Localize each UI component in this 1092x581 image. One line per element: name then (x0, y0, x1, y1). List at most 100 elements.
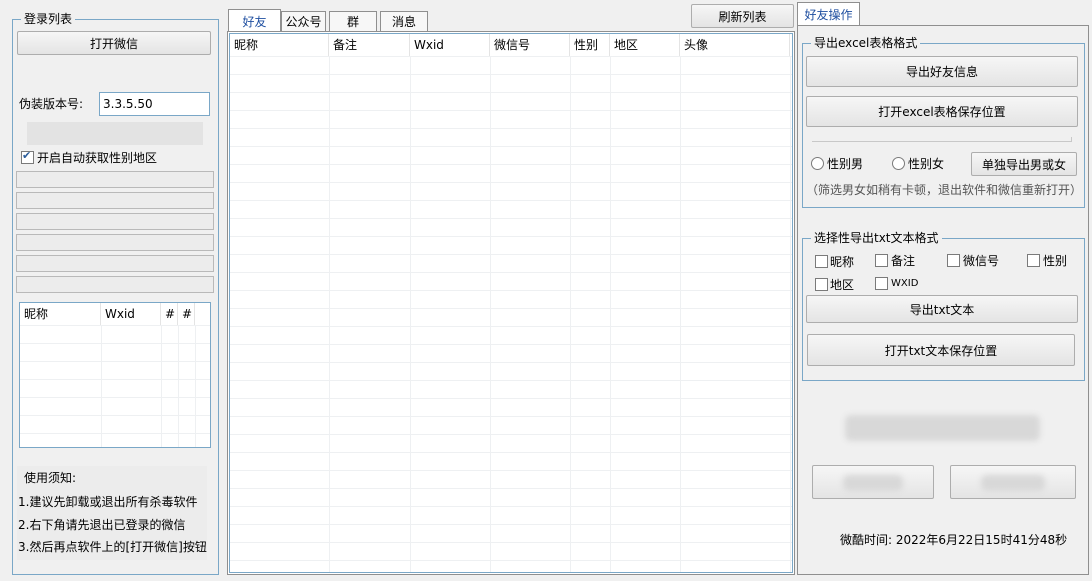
notice-line-2: 2.右下角请先退出已登录的微信 (18, 518, 186, 532)
refresh-list-button[interactable]: 刷新列表 (691, 4, 794, 28)
notice-line-3: 3.然后再点软件上的[打开微信]按钮 (18, 540, 207, 554)
filter-hint: （筛选男女如稍有卡顿，退出软件和微信重新打开） (806, 183, 1083, 197)
progress-bar (27, 122, 203, 145)
friends-grid-line (230, 326, 792, 327)
friends-grid-line (230, 146, 792, 147)
radio-female[interactable] (892, 157, 905, 170)
friends-grid-line (680, 56, 681, 572)
txt-group-title: 选择性导出txt文本格式 (811, 231, 942, 245)
export-txt-button[interactable]: 导出txt文本 (806, 295, 1078, 323)
login-account-table[interactable]: 昵称 Wxid # # (19, 302, 211, 448)
radio-male[interactable] (811, 157, 824, 170)
radio-female-label: 性别女 (908, 157, 945, 171)
friends-grid-line (230, 524, 792, 525)
blurred-button-right[interactable] (950, 465, 1076, 499)
friends-grid-line (230, 542, 792, 543)
friends-grid-line (230, 434, 792, 435)
blurred-button-left-content (843, 475, 903, 491)
tab-groups[interactable]: 群 (329, 11, 377, 31)
friends-grid-line (490, 56, 491, 572)
friends-grid-line (230, 344, 792, 345)
login-col-hash-1[interactable]: # (161, 303, 178, 325)
radio-male-label: 性别男 (827, 157, 864, 171)
friends-grid-line (230, 470, 792, 471)
friends-grid-line (230, 254, 792, 255)
fake-version-label: 伪装版本号: (19, 97, 84, 111)
excel-progress-line (812, 137, 1072, 142)
tab-messages[interactable]: 消息 (380, 11, 428, 31)
friends-col-wxid[interactable]: Wxid (410, 34, 490, 56)
notice-title: 使用须知: (24, 471, 77, 485)
login-grid-line (20, 343, 210, 344)
tab-official-accounts[interactable]: 公众号 (281, 11, 326, 31)
tab-friend-operations[interactable]: 好友操作 (797, 2, 860, 25)
txt-checkbox-nickname[interactable] (815, 255, 828, 268)
txt-checkbox-nickname-label: 昵称 (830, 255, 855, 269)
auto-fetch-checkbox[interactable] (21, 149, 34, 164)
export-gender-button[interactable]: 单独导出男或女 (971, 152, 1077, 176)
txt-checkbox-remark-label: 备注 (891, 254, 916, 268)
info-field-3 (16, 213, 214, 230)
friends-grid-line (230, 200, 792, 201)
txt-checkbox-wechat-id[interactable] (947, 254, 960, 267)
friends-col-remark[interactable]: 备注 (329, 34, 410, 56)
friends-grid-line (230, 380, 792, 381)
info-field-5 (16, 255, 214, 272)
open-excel-location-button[interactable]: 打开excel表格保存位置 (806, 96, 1078, 127)
friends-grid-line (230, 164, 792, 165)
friends-grid-line (230, 308, 792, 309)
login-grid-line (20, 397, 210, 398)
friends-grid-line (230, 416, 792, 417)
info-field-4 (16, 234, 214, 251)
friends-col-nickname[interactable]: 昵称 (230, 34, 329, 56)
friends-grid-line (230, 398, 792, 399)
friends-grid-line (570, 56, 571, 572)
txt-checkbox-wechat-id-label: 微信号 (963, 254, 1000, 268)
friends-table[interactable]: 昵称 备注 Wxid 微信号 性别 地区 头像 (229, 33, 793, 573)
friends-col-region[interactable]: 地区 (610, 34, 680, 56)
fake-version-input[interactable]: 3.3.5.50 (99, 92, 210, 116)
friends-grid-line (230, 236, 792, 237)
friends-grid-line (329, 56, 330, 572)
open-wechat-button[interactable]: 打开微信 (17, 31, 211, 55)
info-field-6 (16, 276, 214, 293)
friends-grid-line (230, 110, 792, 111)
login-grid-line (20, 379, 210, 380)
login-col-wxid[interactable]: Wxid (101, 303, 161, 325)
status-time: 微酷时间: 2022年6月22日15时41分48秒 (840, 533, 1068, 547)
login-col-hash-2[interactable]: # (178, 303, 195, 325)
txt-checkbox-wxid-label: WXID (891, 278, 919, 289)
blurred-button-right-content (981, 475, 1045, 491)
friends-grid-line (790, 56, 791, 572)
txt-checkbox-region[interactable] (815, 278, 828, 291)
open-txt-location-button[interactable]: 打开txt文本保存位置 (807, 334, 1075, 366)
friends-grid-line (230, 506, 792, 507)
txt-checkbox-region-label: 地区 (830, 278, 855, 292)
friends-grid-line (230, 128, 792, 129)
friends-grid-line (230, 56, 792, 57)
friends-col-avatar[interactable]: 头像 (680, 34, 790, 56)
notice-line-1: 1.建议先卸载或退出所有杀毒软件 (18, 495, 198, 509)
blurred-button-left[interactable] (812, 465, 934, 499)
friends-grid-line (230, 182, 792, 183)
friends-grid-line (230, 362, 792, 363)
txt-checkbox-gender[interactable] (1027, 254, 1040, 267)
info-field-1 (16, 171, 214, 188)
friends-grid-line (230, 488, 792, 489)
friends-grid-line (230, 290, 792, 291)
friends-col-wechat-id[interactable]: 微信号 (490, 34, 570, 56)
friends-grid-line (230, 74, 792, 75)
login-table-header: 昵称 Wxid # # (20, 303, 210, 325)
login-col-nickname[interactable]: 昵称 (20, 303, 101, 325)
blurred-banner (845, 415, 1040, 441)
txt-checkbox-remark[interactable] (875, 254, 888, 267)
tab-friends[interactable]: 好友 (228, 9, 281, 32)
friends-grid-line (230, 272, 792, 273)
friends-grid-line (230, 218, 792, 219)
friends-col-gender[interactable]: 性别 (570, 34, 610, 56)
txt-checkbox-wxid[interactable] (875, 277, 888, 290)
export-friends-button[interactable]: 导出好友信息 (806, 56, 1078, 87)
excel-group-title: 导出excel表格格式 (811, 36, 921, 50)
txt-checkbox-gender-label: 性别 (1043, 254, 1068, 268)
friends-grid-line (230, 92, 792, 93)
